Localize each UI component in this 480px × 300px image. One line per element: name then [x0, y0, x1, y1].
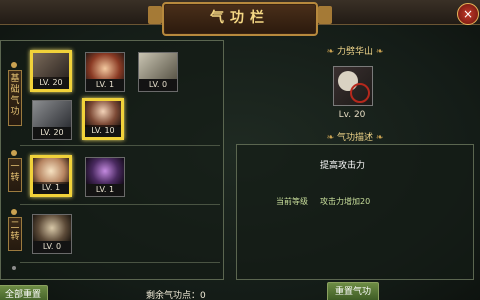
- skill-level: LV. 1: [86, 184, 124, 196]
- selected-skill-level: Lv. 20: [338, 110, 366, 120]
- skill-8-icon: [33, 215, 71, 241]
- skill-slot-6[interactable]: LV. 1: [30, 155, 72, 197]
- selected-skill-name: 力劈华山: [336, 47, 373, 57]
- skill-slot-7[interactable]: LV. 1: [85, 157, 125, 197]
- skill-level: LV. 1: [86, 79, 124, 91]
- reset-qigong-button[interactable]: 重置气功: [327, 282, 379, 300]
- skill-level: LV. 20: [33, 127, 71, 139]
- tier-divider: [20, 262, 220, 263]
- current-level-label: 当前等级: [276, 197, 308, 206]
- tier-ornament: [11, 150, 17, 156]
- seal-icon: [350, 83, 370, 103]
- skill-5-icon: [85, 101, 121, 127]
- skill-level: LV. 0: [139, 79, 177, 91]
- tier-divider: [20, 145, 220, 146]
- ornament-icon: ❧: [373, 47, 384, 57]
- tier-label-first: 一转: [8, 158, 22, 192]
- tier-ornament: [11, 209, 17, 215]
- scroll-indicator-dot: [12, 266, 16, 270]
- tier-label-basic: 基础气功: [8, 70, 22, 126]
- tier-ornament: [11, 62, 17, 68]
- skill-slot-4[interactable]: LV. 20: [32, 100, 72, 140]
- skill-slot-1[interactable]: LV. 20: [30, 50, 72, 92]
- skill-1-icon: [33, 53, 69, 79]
- skill-level: LV. 1: [33, 182, 69, 194]
- tier-label-second: 二转: [8, 217, 22, 251]
- skill-level: LV. 10: [85, 125, 121, 137]
- title-ornament-left: [148, 6, 162, 24]
- tier-divider: [20, 204, 220, 205]
- title-ornament-right: [318, 6, 332, 24]
- skill-slot-5[interactable]: LV. 10: [82, 98, 124, 140]
- skill-7-icon: [86, 158, 124, 184]
- ornament-icon: ❧: [326, 133, 337, 143]
- skill-6-icon: [33, 158, 69, 184]
- skill-2-icon: [86, 53, 124, 79]
- skill-4-icon: [33, 101, 71, 127]
- ornament-icon: ❧: [373, 133, 384, 143]
- skill-slot-2[interactable]: LV. 1: [85, 52, 125, 92]
- close-button[interactable]: ×: [457, 3, 479, 25]
- description-title: 气功描述: [336, 133, 373, 143]
- ornament-icon: ❧: [326, 47, 337, 57]
- skill-level: LV. 20: [33, 77, 69, 89]
- skill-description: 提高攻击力: [320, 161, 366, 171]
- remaining-points: 剩余气功点：0: [146, 291, 206, 300]
- description-heading: ❧ 气功描述 ❧: [305, 130, 405, 143]
- current-level-effect: 攻击力增加20: [320, 197, 371, 206]
- skill-slot-8[interactable]: LV. 0: [32, 214, 72, 254]
- window-title: 气功栏: [210, 10, 270, 26]
- window-title-plate: 气功栏: [162, 2, 318, 36]
- skill-slot-3[interactable]: LV. 0: [138, 52, 178, 92]
- skill-3-icon: [139, 53, 177, 79]
- selected-skill-icon: [333, 66, 373, 106]
- reset-all-button[interactable]: 全部重置: [0, 285, 48, 300]
- skill-level: LV. 0: [33, 241, 71, 253]
- skill-name-heading: ❧ 力劈华山 ❧: [305, 44, 405, 57]
- qigong-window: 气功栏 × 基础气功 一转 二转 LV. 20 LV. 1 LV. 0 LV. …: [0, 0, 480, 300]
